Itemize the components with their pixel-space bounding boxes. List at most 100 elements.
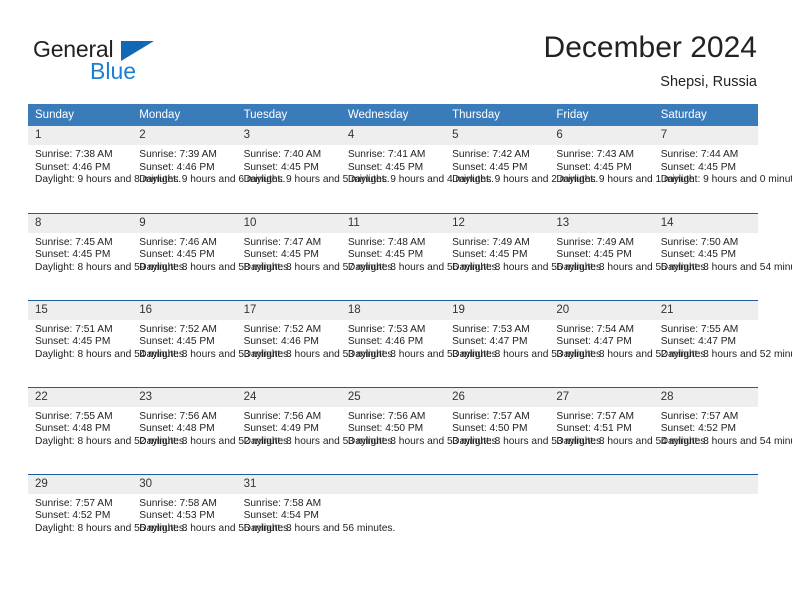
calendar-day-cell[interactable]: 11 Sunrise: 7:48 AM Sunset: 4:45 PM Dayligh… — [340, 212, 500, 300]
day-number: 20 — [549, 300, 654, 320]
calendar-day-cell[interactable]: 16 Sunrise: 7:52 AM Sunset: 4:45 PM Dayligh… — [132, 299, 291, 387]
daylight-text: Daylight: 9 hours and 0 minutes. — [660, 174, 792, 186]
daylight-text: Daylight: 9 hours and 8 minutes. — [35, 174, 182, 186]
weekday-header-sunday: Sunday — [28, 104, 133, 126]
daylight-text: Daylight: 9 hours and 4 minutes. — [347, 174, 494, 186]
sunrise-text: Sunrise: 7:58 AM — [243, 497, 322, 509]
calendar-day-cell[interactable]: 20 Sunrise: 7:54 AM Sunset: 4:47 PM Dayligh… — [549, 299, 708, 387]
sunset-text: Sunset: 4:47 PM — [556, 336, 632, 348]
sunset-text: Sunset: 4:47 PM — [660, 336, 737, 348]
calendar-day-cell[interactable]: 29 Sunrise: 7:57 AM Sunset: 4:52 PM Dayligh… — [28, 473, 187, 561]
calendar-day-cell[interactable]: 19 Sunrise: 7:53 AM Sunset: 4:47 PM Dayligh… — [445, 299, 604, 387]
calendar-day-cell-empty — [340, 473, 446, 562]
calendar-day-cell[interactable]: 23 Sunrise: 7:56 AM Sunset: 4:48 PM Dayligh… — [132, 386, 291, 474]
daylight-text: Daylight: 8 hours and 54 minutes. — [660, 435, 792, 447]
sunrise-text: Sunrise: 7:57 AM — [35, 497, 113, 509]
calendar-day-cell[interactable]: 8 Sunrise: 7:45 AM Sunset: 4:45 PM Daylight… — [28, 212, 187, 300]
day-number: 6 — [549, 126, 654, 145]
sunset-text: Sunset: 4:45 PM — [347, 249, 424, 261]
calendar-day-cell[interactable]: 27 Sunrise: 7:57 AM Sunset: 4:51 PM Dayligh… — [549, 386, 709, 474]
calendar-day-cell[interactable]: 9 Sunrise: 7:46 AM Sunset: 4:45 PM Daylight… — [132, 212, 291, 300]
day-cell-inner: 25 Sunrise: 7:56 AM Sunset: 4:50 PM Dayligh… — [340, 387, 500, 474]
calendar-day-cell-empty — [549, 473, 654, 561]
sunset-text: Sunset: 4:50 PM — [347, 423, 424, 435]
daylight-text: Daylight: 8 hours and 54 minutes. — [556, 435, 709, 447]
day-cell-inner: 15 Sunrise: 7:51 AM Sunset: 4:45 PM Dayligh… — [28, 300, 187, 387]
day-cell-inner: 24 Sunrise: 7:56 AM Sunset: 4:49 PM Dayligh… — [236, 387, 396, 474]
sunset-text: Sunset: 4:45 PM — [556, 249, 632, 261]
day-number: 23 — [132, 387, 237, 407]
day-cell-inner: 31 Sunrise: 7:58 AM Sunset: 4:54 PM Dayligh… — [236, 474, 396, 562]
daylight-text: Daylight: 8 hours and 53 minutes. — [452, 435, 604, 447]
calendar-day-cell[interactable]: 22 Sunrise: 7:55 AM Sunset: 4:48 PM Dayligh… — [28, 386, 187, 474]
calendar-day-cell[interactable]: 1 Sunrise: 7:38 AM Sunset: 4:46 PM Daylight… — [28, 126, 182, 213]
page-header: General Blue December 2024 Shepsi, Russi… — [0, 0, 792, 100]
weekday-header-tuesday: Tuesday — [236, 104, 341, 126]
day-details: Sunrise: 7:43 AM Sunset: 4:45 PM Daylight:… — [549, 145, 697, 187]
sunrise-text: Sunrise: 7:56 AM — [139, 410, 217, 422]
calendar-day-cell[interactable]: 26 Sunrise: 7:57 AM Sunset: 4:50 PM Dayligh… — [445, 386, 604, 474]
calendar-day-cell[interactable]: 21 Sunrise: 7:55 AM Sunset: 4:47 PM Dayligh… — [653, 299, 792, 387]
sunrise-text: Sunrise: 7:49 AM — [452, 236, 530, 248]
day-cell-inner: 11 Sunrise: 7:48 AM Sunset: 4:45 PM Dayligh… — [340, 213, 500, 300]
general-blue-logo[interactable]: General Blue — [33, 36, 223, 88]
day-cell-inner: 18 Sunrise: 7:53 AM Sunset: 4:46 PM Dayligh… — [340, 300, 500, 387]
calendar-body: 1 Sunrise: 7:38 AM Sunset: 4:46 PM Daylight… — [28, 126, 792, 562]
day-details: Sunrise: 7:58 AM Sunset: 4:54 PM Daylight:… — [237, 494, 396, 536]
calendar-day-cell[interactable]: 18 Sunrise: 7:53 AM Sunset: 4:46 PM Dayligh… — [340, 299, 500, 387]
calendar-day-cell[interactable]: 24 Sunrise: 7:56 AM Sunset: 4:49 PM Dayligh… — [236, 386, 396, 474]
calendar-week-row: 15 Sunrise: 7:51 AM Sunset: 4:45 PM Dayligh… — [28, 299, 792, 387]
sunrise-text: Sunrise: 7:58 AM — [139, 497, 217, 509]
calendar-day-cell[interactable]: 28 Sunrise: 7:57 AM Sunset: 4:52 PM Dayligh… — [653, 386, 792, 474]
day-details: Sunrise: 7:56 AM Sunset: 4:49 PM Daylight:… — [237, 407, 396, 449]
calendar-day-cell[interactable]: 31 Sunrise: 7:58 AM Sunset: 4:54 PM Dayligh… — [236, 473, 396, 562]
calendar-day-cell[interactable]: 15 Sunrise: 7:51 AM Sunset: 4:45 PM Dayligh… — [28, 299, 187, 387]
day-cell-inner: 14 Sunrise: 7:50 AM Sunset: 4:45 PM Dayligh… — [653, 213, 792, 300]
day-cell-inner: 13 Sunrise: 7:49 AM Sunset: 4:45 PM Dayligh… — [549, 213, 708, 300]
location-subtitle: Shepsi, Russia — [660, 74, 757, 90]
daylight-text: Daylight: 8 hours and 56 minutes. — [347, 261, 500, 273]
calendar-day-cell[interactable]: 30 Sunrise: 7:58 AM Sunset: 4:53 PM Dayligh… — [132, 473, 291, 561]
day-details: Sunrise: 7:41 AM Sunset: 4:45 PM Daylight:… — [341, 145, 494, 187]
day-cell-inner — [653, 474, 758, 562]
day-cell-inner — [340, 474, 446, 562]
calendar-day-cell[interactable]: 7 Sunrise: 7:44 AM Sunset: 4:45 PM Daylight… — [653, 126, 792, 213]
day-details: Sunrise: 7:49 AM Sunset: 4:45 PM Daylight:… — [549, 233, 708, 275]
day-details: Sunrise: 7:53 AM Sunset: 4:47 PM Daylight:… — [445, 320, 604, 362]
day-cell-inner — [445, 474, 550, 562]
day-cell-inner: 2 Sunrise: 7:39 AM Sunset: 4:46 PM Daylight… — [132, 126, 285, 213]
calendar-day-cell-empty — [445, 473, 550, 562]
daylight-text: Daylight: 8 hours and 53 minutes. — [452, 348, 604, 360]
calendar-day-cell[interactable]: 6 Sunrise: 7:43 AM Sunset: 4:45 PM Daylight… — [549, 126, 697, 213]
calendar-day-cell[interactable]: 3 Sunrise: 7:40 AM Sunset: 4:45 PM Daylight… — [236, 126, 390, 213]
sunrise-text: Sunrise: 7:41 AM — [347, 149, 426, 160]
calendar-week-row: 8 Sunrise: 7:45 AM Sunset: 4:45 PM Daylight… — [28, 212, 792, 300]
day-number: 16 — [132, 300, 237, 320]
sunrise-text: Sunrise: 7:47 AM — [243, 236, 322, 248]
calendar-day-cell[interactable]: 13 Sunrise: 7:49 AM Sunset: 4:45 PM Dayligh… — [549, 212, 708, 300]
day-number: 11 — [340, 213, 446, 233]
day-number: 25 — [340, 387, 446, 407]
calendar-day-cell[interactable]: 2 Sunrise: 7:39 AM Sunset: 4:46 PM Daylight… — [132, 126, 285, 213]
calendar-day-cell[interactable]: 14 Sunrise: 7:50 AM Sunset: 4:45 PM Dayligh… — [653, 212, 792, 300]
calendar-day-cell[interactable]: 12 Sunrise: 7:49 AM Sunset: 4:45 PM Dayligh… — [445, 212, 604, 300]
day-details: Sunrise: 7:49 AM Sunset: 4:45 PM Daylight:… — [445, 233, 604, 275]
day-cell-inner: 20 Sunrise: 7:54 AM Sunset: 4:47 PM Dayligh… — [549, 300, 708, 387]
calendar-day-cell[interactable]: 17 Sunrise: 7:52 AM Sunset: 4:46 PM Dayligh… — [236, 299, 395, 387]
day-details: Sunrise: 7:40 AM Sunset: 4:45 PM Daylight:… — [237, 145, 390, 187]
daylight-text: Daylight: 8 hours and 53 minutes. — [347, 348, 500, 360]
day-cell-inner: 26 Sunrise: 7:57 AM Sunset: 4:50 PM Dayligh… — [445, 387, 604, 474]
weekday-header-thursday: Thursday — [445, 104, 550, 126]
day-number: 18 — [340, 300, 446, 320]
sunrise-text: Sunrise: 7:57 AM — [660, 410, 739, 422]
calendar-day-cell[interactable]: 10 Sunrise: 7:47 AM Sunset: 4:45 PM Dayligh… — [236, 212, 395, 300]
day-cell-inner: 1 Sunrise: 7:38 AM Sunset: 4:46 PM Daylight… — [28, 126, 182, 213]
day-details: Sunrise: 7:57 AM Sunset: 4:52 PM Daylight:… — [28, 494, 187, 536]
calendar-day-cell[interactable]: 25 Sunrise: 7:56 AM Sunset: 4:50 PM Dayligh… — [340, 386, 500, 474]
sunrise-text: Sunrise: 7:49 AM — [556, 236, 634, 248]
day-cell-inner: 27 Sunrise: 7:57 AM Sunset: 4:51 PM Dayligh… — [549, 387, 709, 474]
day-number: 5 — [445, 126, 550, 145]
calendar-day-cell[interactable]: 4 Sunrise: 7:41 AM Sunset: 4:45 PM Daylight… — [340, 126, 494, 213]
sunrise-text: Sunrise: 7:53 AM — [347, 323, 426, 335]
calendar-day-cell[interactable]: 5 Sunrise: 7:42 AM Sunset: 4:45 PM Daylight… — [445, 126, 598, 213]
